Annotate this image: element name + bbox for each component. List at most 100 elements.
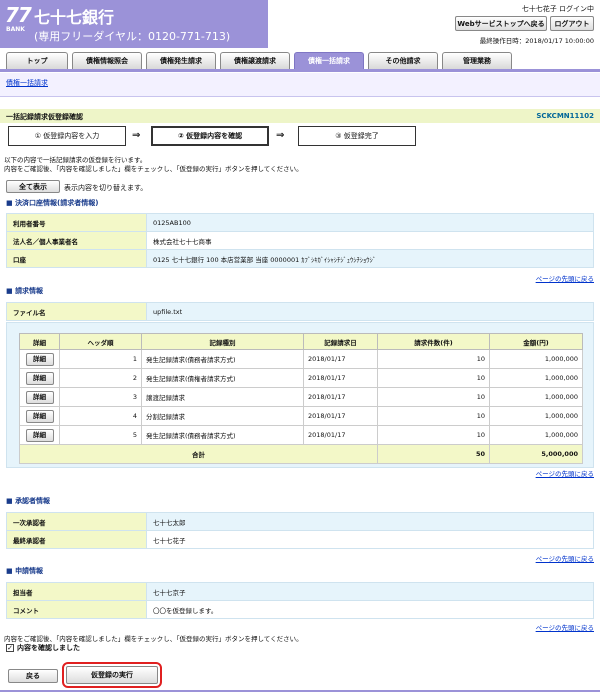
detail-button[interactable]: 詳細 <box>25 371 54 385</box>
cell-order: 5 <box>59 425 142 445</box>
approver-key: 一次承認者 <box>6 512 147 531</box>
file-table: ファイル名 upfile.txt <box>6 302 594 321</box>
cell-count: 10 <box>377 406 490 426</box>
cell-amount: 1,000,000 <box>489 425 583 445</box>
cell-type: 発生記録請求(債務者請求方式) <box>141 425 304 445</box>
logout-button[interactable]: ログアウト <box>550 16 594 31</box>
screen-id: SCKCMN11102 <box>536 112 594 120</box>
cell-count: 10 <box>377 387 490 407</box>
section-applicant-title: 申請情報 <box>6 566 43 576</box>
section-approver-title: 承認者情報 <box>6 496 50 506</box>
table-row: 詳細 5 発生記録請求(債務者請求方式) 2018/01/17 10 1,000… <box>19 425 583 445</box>
table-row: 詳細 1 発生記録請求(債務者請求方式) 2018/01/17 10 1,000… <box>19 349 583 369</box>
table-row: 利用者番号 0125AB100 <box>6 213 594 232</box>
step-input: ① 仮登録内容を入力 <box>8 126 126 146</box>
page-top-link[interactable]: ページの先頭に戻る <box>536 468 594 478</box>
cell-date: 2018/01/17 <box>303 349 378 369</box>
table-row: 最終承認者 七十七花子 <box>6 530 594 549</box>
col-header-order: ヘッダ順 <box>59 333 142 350</box>
page-top-link[interactable]: ページの先頭に戻る <box>536 622 594 632</box>
table-row: 詳細 3 譲渡記録請求 2018/01/17 10 1,000,000 <box>19 387 583 407</box>
total-count: 50 <box>377 444 490 464</box>
step-arrow: ⇒ <box>276 130 285 141</box>
logo-bank-text: BANK <box>6 26 25 33</box>
cell-count: 10 <box>377 425 490 445</box>
page-top-link[interactable]: ページの先頭に戻る <box>536 273 594 283</box>
main-tabs: トップ 債権情報照会 債権発生請求 債権譲渡請求 債権一括請求 その他請求 管理… <box>0 50 600 72</box>
section-account-title: 決済口座情報(請求者情報) <box>6 198 98 208</box>
table-row: 法人名／個人事業者名 株式会社七十七商事 <box>6 231 594 250</box>
section-request-title: 請求情報 <box>6 286 43 296</box>
tab-claim-issue[interactable]: 債権発生請求 <box>146 52 216 69</box>
cell-type: 譲渡記録請求 <box>141 387 304 407</box>
cell-date: 2018/01/17 <box>303 406 378 426</box>
col-amount: 金額(円) <box>489 333 583 350</box>
tab-other-request[interactable]: その他請求 <box>368 52 438 69</box>
cell-date: 2018/01/17 <box>303 425 378 445</box>
col-detail: 詳細 <box>19 333 60 350</box>
total-label: 合計 <box>19 444 378 464</box>
cell-amount: 1,000,000 <box>489 387 583 407</box>
bank-name: 七十七銀行 <box>34 8 115 27</box>
applicant-value: 〇〇を仮登録します。 <box>146 600 594 619</box>
total-amount: 5,000,000 <box>489 444 583 464</box>
cell-date: 2018/01/17 <box>303 368 378 388</box>
cell-count: 10 <box>377 349 490 369</box>
logo-number: 77 <box>5 3 32 27</box>
cell-order: 2 <box>59 368 142 388</box>
title-bar: 一括記録請求仮登録確認 SCKCMN11102 <box>0 109 600 123</box>
confirm-message: 内容をご確認後、「内容を確認しました」欄をチェックし、「仮登録の実行」ボタンを押… <box>4 635 303 643</box>
cell-order: 4 <box>59 406 142 426</box>
step-arrow: ⇒ <box>132 130 141 141</box>
back-button[interactable]: 戻る <box>8 669 58 683</box>
header: 77 BANK 七十七銀行 (専用フリーダイヤル：0120-771-713) 七… <box>0 0 600 48</box>
step-complete: ③ 仮登録完了 <box>298 126 416 146</box>
table-row: 一次承認者 七十七太郎 <box>6 512 594 531</box>
cell-type: 分割記録請求 <box>141 406 304 426</box>
web-service-top-button[interactable]: Webサービストップへ戻る <box>455 16 547 31</box>
table-row: 詳細 4 分割記録請求 2018/01/17 10 1,000,000 <box>19 406 583 426</box>
detail-button[interactable]: 詳細 <box>25 352 54 366</box>
col-request-date: 記録請求日 <box>303 333 378 350</box>
applicant-table: 担当者 七十七京子 コメント 〇〇を仮登録します。 <box>6 582 594 619</box>
col-count: 請求件数(件) <box>377 333 490 350</box>
confirm-checkbox-row[interactable]: ✓ 内容を確認しました <box>6 643 80 653</box>
confirm-checkbox[interactable]: ✓ <box>6 644 14 652</box>
approver-key: 最終承認者 <box>6 530 147 549</box>
sub-nav: 債権一括請求 <box>0 73 600 97</box>
table-row: ファイル名 upfile.txt <box>6 302 594 321</box>
account-key: 利用者番号 <box>6 213 147 232</box>
tab-claim-transfer[interactable]: 債権譲渡請求 <box>220 52 290 69</box>
detail-button[interactable]: 詳細 <box>25 390 54 404</box>
total-row: 合計 50 5,000,000 <box>19 444 583 464</box>
page-title: 一括記録請求仮登録確認 <box>6 113 83 121</box>
approver-table: 一次承認者 七十七太郎 最終承認者 七十七花子 <box>6 512 594 549</box>
table-row: 詳細 2 発生記録請求(債権者請求方式) 2018/01/17 10 1,000… <box>19 368 583 388</box>
detail-button[interactable]: 詳細 <box>25 428 54 442</box>
account-table: 利用者番号 0125AB100 法人名／個人事業者名 株式会社七十七商事 口座 012… <box>6 213 594 268</box>
tab-bulk-request[interactable]: 債権一括請求 <box>294 52 364 69</box>
cell-type: 発生記録請求(債務者請求方式) <box>141 349 304 369</box>
page-top-link[interactable]: ページの先頭に戻る <box>536 553 594 563</box>
instruction-message: 以下の内容で一括記録請求の仮登録を行います。 内容をご確認後、「内容を確認しまし… <box>4 156 303 174</box>
detail-table-panel: 詳細 ヘッダ順 記録種別 記録請求日 請求件数(件) 金額(円) 詳細 1 発生… <box>6 322 594 468</box>
applicant-value: 七十七京子 <box>146 582 594 601</box>
subnav-bulk-request-link[interactable]: 債権一括請求 <box>6 78 48 88</box>
cell-amount: 1,000,000 <box>489 406 583 426</box>
execute-registration-button[interactable]: 仮登録の実行 <box>62 662 162 688</box>
tab-management[interactable]: 管理業務 <box>442 52 512 69</box>
show-all-button[interactable]: 全て表示 <box>6 180 60 193</box>
confirm-checkbox-label: 内容を確認しました <box>17 644 80 652</box>
instruction-line: 以下の内容で一括記録請求の仮登録を行います。 <box>4 156 147 164</box>
account-value: 株式会社七十七商事 <box>146 231 594 250</box>
cell-order: 1 <box>59 349 142 369</box>
cell-date: 2018/01/17 <box>303 387 378 407</box>
file-value: upfile.txt <box>146 302 594 321</box>
account-key: 口座 <box>6 249 147 268</box>
detail-table: 詳細 ヘッダ順 記録種別 記録請求日 請求件数(件) 金額(円) 詳細 1 発生… <box>19 333 583 464</box>
table-header-row: 詳細 ヘッダ順 記録種別 記録請求日 請求件数(件) 金額(円) <box>19 333 583 350</box>
detail-button[interactable]: 詳細 <box>25 409 54 423</box>
tab-claim-inquiry[interactable]: 債権情報照会 <box>72 52 142 69</box>
approver-value: 七十七太郎 <box>146 512 594 531</box>
tab-top[interactable]: トップ <box>6 52 68 69</box>
